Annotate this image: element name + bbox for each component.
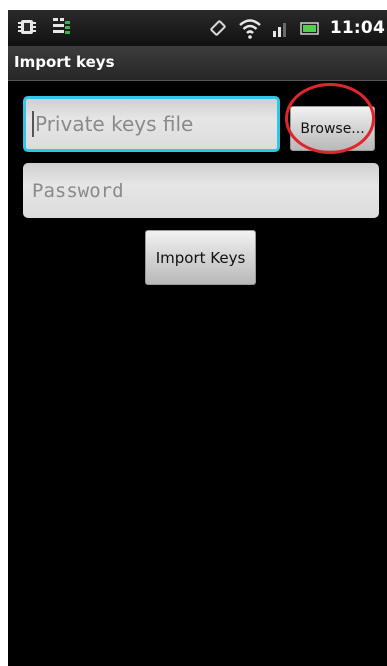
vibrate-icon	[208, 17, 228, 39]
notification-list-icon	[52, 16, 72, 38]
import-keys-button[interactable]: Import Keys	[145, 230, 256, 285]
title-bar: Import keys	[8, 46, 387, 81]
browse-button[interactable]: Browse...	[290, 106, 375, 151]
signal-icon	[272, 17, 290, 39]
import-keys-button-label: Import Keys	[155, 248, 246, 267]
clock: 11:04	[329, 18, 385, 38]
android-debug-icon	[16, 16, 38, 38]
phone-screen: 11:04 Import keys Private keys file Brow…	[8, 10, 387, 666]
password-placeholder: Password	[32, 179, 124, 202]
status-bar: 11:04	[8, 10, 387, 46]
battery-icon	[300, 17, 320, 39]
browse-button-label: Browse...	[300, 120, 365, 137]
wifi-icon	[238, 16, 262, 40]
text-cursor	[32, 111, 34, 137]
page-title: Import keys	[14, 53, 115, 71]
private-keys-file-input[interactable]: Private keys file	[23, 96, 280, 152]
password-input[interactable]: Password	[23, 163, 379, 218]
private-keys-file-placeholder: Private keys file	[35, 112, 194, 136]
